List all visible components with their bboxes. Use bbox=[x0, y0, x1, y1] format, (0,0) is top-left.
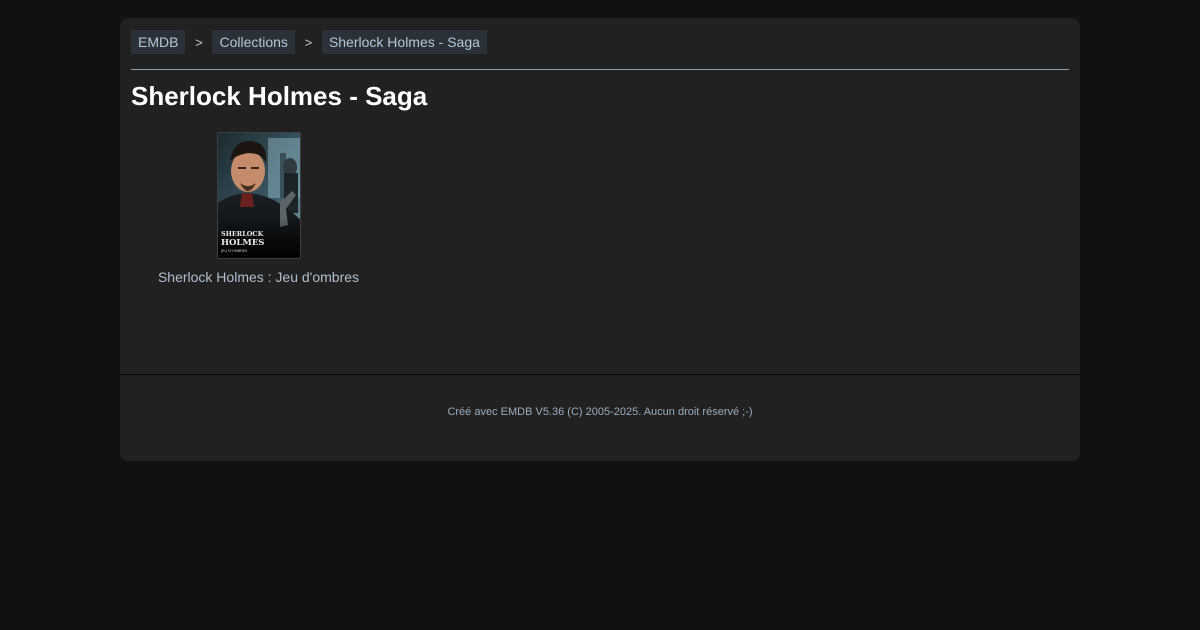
footer-text: Créé avec EMDB V5.36 (C) 2005-2025. Aucu… bbox=[447, 406, 753, 418]
main-panel: EMDB > Collections > Sherlock Holmes - S… bbox=[120, 18, 1080, 461]
breadcrumb-item-collections[interactable]: Collections bbox=[212, 30, 295, 54]
poster-line1: SHERLOCK bbox=[221, 230, 264, 238]
page-title: Sherlock Holmes - Saga bbox=[131, 81, 428, 111]
movie-title[interactable]: Sherlock Holmes : Jeu d'ombres bbox=[150, 268, 367, 286]
header-divider bbox=[131, 69, 1069, 70]
breadcrumb-separator: > bbox=[304, 35, 313, 50]
movie-poster-image: SHERLOCK HOLMES JEU D'OMBRES bbox=[218, 133, 300, 258]
breadcrumb-separator: > bbox=[195, 35, 203, 50]
footer: Créé avec EMDB V5.36 (C) 2005-2025. Aucu… bbox=[120, 374, 1080, 461]
poster-line3: JEU D'OMBRES bbox=[220, 249, 248, 253]
breadcrumb-item-emdb[interactable]: EMDB bbox=[131, 30, 186, 54]
poster-line2: HOLMES bbox=[221, 238, 264, 248]
movie-poster[interactable]: SHERLOCK HOLMES JEU D'OMBRES bbox=[217, 132, 301, 259]
breadcrumb: EMDB > Collections > Sherlock Holmes - S… bbox=[131, 30, 487, 54]
breadcrumb-item-current[interactable]: Sherlock Holmes - Saga bbox=[321, 30, 487, 54]
